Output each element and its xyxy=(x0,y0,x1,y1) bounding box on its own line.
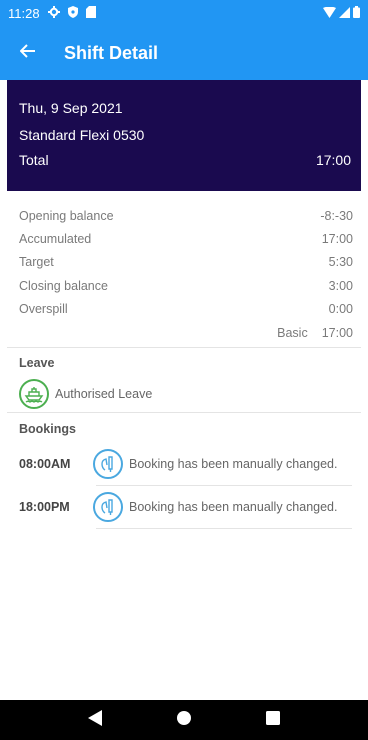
booking-row[interactable]: 08:00AM Booking has been manually change… xyxy=(19,444,351,484)
shift-name: Standard Flexi 0530 xyxy=(19,127,145,143)
balance-row-target: Target 5:30 xyxy=(7,251,361,274)
balance-label: Closing balance xyxy=(19,278,108,293)
arrow-left-icon xyxy=(19,44,36,63)
balance-row-closing: Closing balance 3:00 xyxy=(7,274,361,297)
signal-icon xyxy=(339,6,350,21)
booking-time: 18:00PM xyxy=(19,500,70,514)
basic-label: Basic xyxy=(277,325,308,340)
divider xyxy=(96,528,352,529)
sd-card-icon xyxy=(85,6,96,21)
basic-row: Basic 17:00 xyxy=(7,321,361,344)
balance-value: 17:00 xyxy=(321,232,353,247)
balance-value: 5:30 xyxy=(328,255,353,270)
balance-row-overspill: Overspill 0:00 xyxy=(7,298,361,321)
system-nav-bar xyxy=(0,700,368,740)
divider xyxy=(7,412,361,413)
divider xyxy=(7,347,361,348)
status-bar: 11:28 xyxy=(0,0,368,27)
square-recents-icon xyxy=(266,710,281,730)
divider xyxy=(96,485,352,486)
balance-label: Target xyxy=(19,255,54,270)
settings-icon xyxy=(47,6,60,21)
back-nav-button[interactable] xyxy=(75,700,115,740)
shift-total-row: Total 17:00 xyxy=(19,152,351,168)
status-time: 11:28 xyxy=(8,6,40,21)
balance-label: Opening balance xyxy=(19,208,114,223)
battery-icon xyxy=(353,6,360,21)
balance-value: -8:-30 xyxy=(320,208,353,223)
back-button[interactable] xyxy=(6,32,50,76)
hand-edit-icon xyxy=(93,449,123,479)
balance-label: Accumulated xyxy=(19,232,92,247)
app-bar: Shift Detail xyxy=(0,27,368,80)
shield-icon xyxy=(67,6,78,21)
circle-home-icon xyxy=(176,710,192,731)
shift-date: Thu, 9 Sep 2021 xyxy=(19,100,123,116)
leave-item[interactable]: Authorised Leave xyxy=(19,379,152,409)
leave-item-label: Authorised Leave xyxy=(55,387,153,401)
booking-text: Booking has been manually changed. xyxy=(129,457,338,471)
balance-label: Overspill xyxy=(19,302,68,317)
booking-time: 08:00AM xyxy=(19,457,71,471)
bookings-section-title: Bookings xyxy=(19,422,76,436)
booking-row[interactable]: 18:00PM Booking has been manually change… xyxy=(19,487,351,527)
shift-header: Thu, 9 Sep 2021 Standard Flexi 0530 Tota… xyxy=(7,80,361,191)
triangle-back-icon xyxy=(87,709,102,731)
total-value: 17:00 xyxy=(315,152,351,168)
balance-value: 3:00 xyxy=(328,278,353,293)
total-label: Total xyxy=(19,152,49,168)
home-nav-button[interactable] xyxy=(164,700,204,740)
balance-row-accumulated: Accumulated 17:00 xyxy=(7,227,361,250)
leave-section-title: Leave xyxy=(19,356,55,370)
ship-icon xyxy=(19,379,49,409)
wifi-icon xyxy=(323,6,336,21)
booking-text: Booking has been manually changed. xyxy=(129,500,338,514)
balance-value: 0:00 xyxy=(328,302,353,317)
page-title: Shift Detail xyxy=(64,43,159,63)
hand-edit-icon xyxy=(93,492,123,522)
balances-list: Opening balance -8:-30 Accumulated 17:00… xyxy=(7,204,361,344)
recents-nav-button[interactable] xyxy=(253,700,293,740)
balance-row-opening: Opening balance -8:-30 xyxy=(7,204,361,227)
basic-value: 17:00 xyxy=(321,325,353,340)
